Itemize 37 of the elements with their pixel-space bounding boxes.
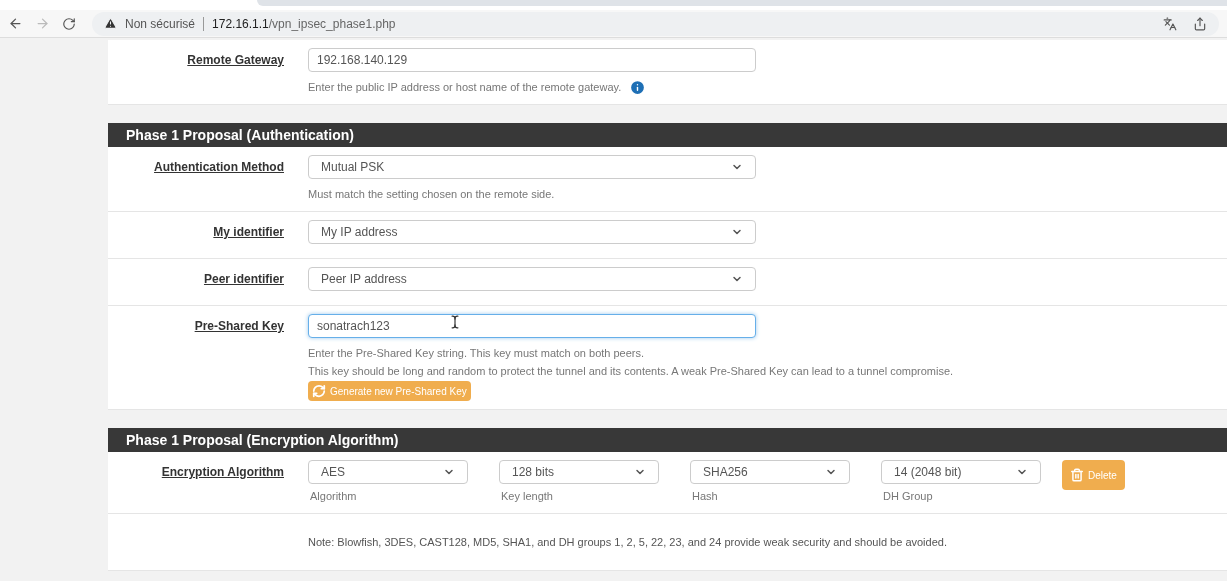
back-icon[interactable] (8, 16, 23, 31)
field-caption: Algorithm (309, 489, 358, 504)
trash-icon (1070, 468, 1084, 482)
field-label: Authentication Method (154, 159, 284, 176)
text-field[interactable]: sonatrach123 (308, 314, 756, 338)
translate-icon[interactable] (1163, 16, 1177, 31)
field-caption: Hash (691, 489, 719, 504)
dropdown[interactable]: AES (308, 460, 468, 484)
refresh-icon (312, 384, 326, 398)
help-text: This key should be long and random to protect the tunnel and its contents. A weak Pre-Shared Key can lead to a tunnel compromise. (308, 364, 954, 379)
dropdown[interactable]: Mutual PSK (308, 155, 756, 179)
field-caption: DH Group (882, 489, 934, 504)
address-bar[interactable]: Non sécurisé 172.16.1.1/vpn_ipsec_phase1.php (92, 11, 1219, 36)
security-label: Non sécurisé (125, 15, 196, 33)
field-label: My identifier (213, 224, 284, 241)
field-label: Remote Gateway (187, 52, 284, 69)
note-text: Note: Blowfish, 3DES, CAST128, MD5, SHA1, and DH groups 1, 2, 5, 22, 23, and 24 provide weak security and should be avoided. (308, 534, 947, 550)
section-header: Phase 1 Proposal (Encryption Algorithm) (108, 428, 1227, 452)
section-header: Phase 1 Proposal (Authentication) (108, 123, 1227, 147)
reload-icon[interactable] (62, 16, 76, 31)
dropdown[interactable]: Peer IP address (308, 267, 756, 291)
dropdown[interactable]: My IP address (308, 220, 756, 244)
help-text: Enter the public IP address or host name of the remote gateway. (308, 80, 622, 95)
url-text: 172.16.1.1/vpn_ipsec_phase1.php (212, 15, 396, 33)
help-text: Must match the setting chosen on the remote side. (308, 187, 555, 202)
warning-icon (104, 17, 117, 30)
field-label: Pre-Shared Key (194, 318, 284, 335)
field-label: Peer identifier (203, 271, 284, 288)
text-field[interactable]: 192.168.140.129 (308, 48, 756, 72)
dropdown[interactable]: 128 bits (499, 460, 659, 484)
dropdown[interactable]: 14 (2048 bit) (881, 460, 1041, 484)
share-icon[interactable] (1193, 16, 1207, 31)
help-text: Enter the Pre-Shared Key string. This key must match on both peers. (308, 346, 645, 361)
field-caption: Key length (500, 489, 554, 504)
dropdown[interactable]: SHA256 (690, 460, 850, 484)
info-icon[interactable] (629, 78, 647, 96)
field-label: Encryption Algorithm (161, 464, 284, 481)
